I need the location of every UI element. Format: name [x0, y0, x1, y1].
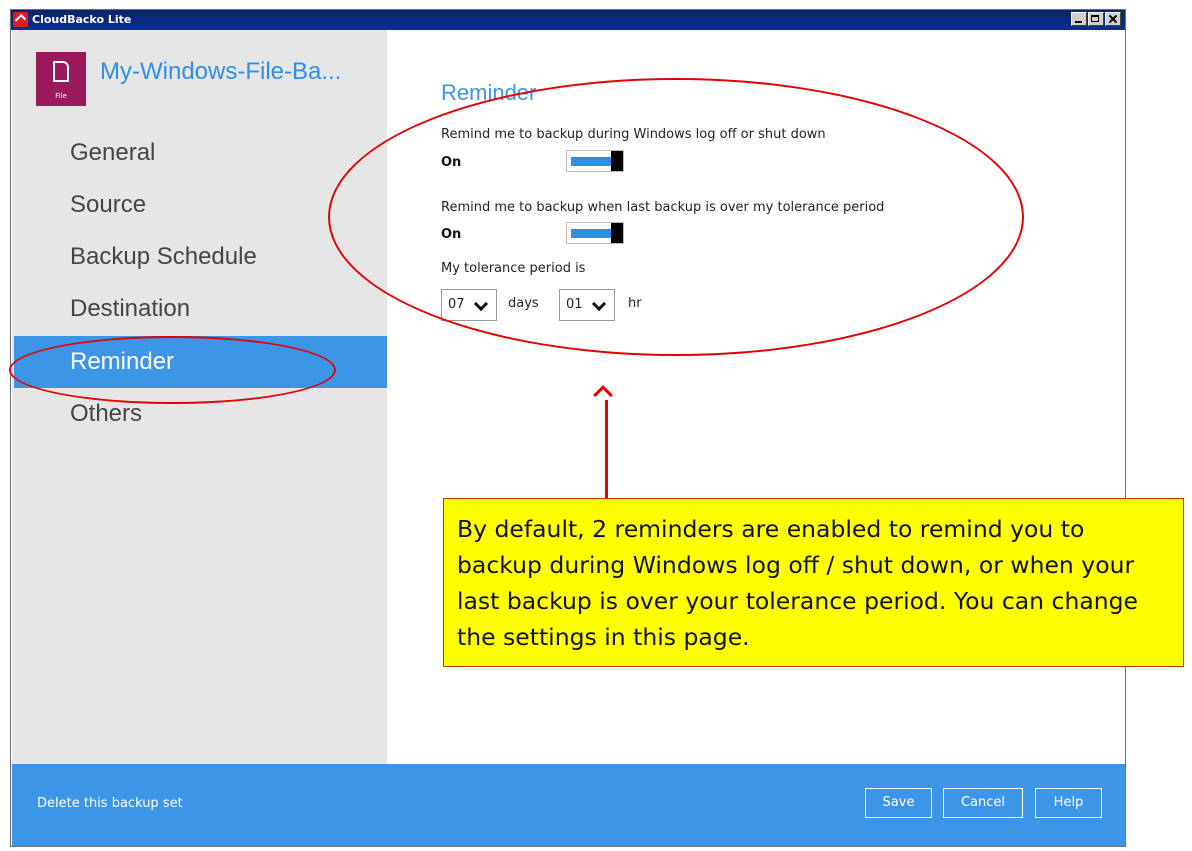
- sidebar-item-destination[interactable]: Destination: [14, 283, 387, 335]
- window-title: CloudBacko Lite: [32, 13, 132, 26]
- app-icon: [13, 12, 28, 27]
- annotation-ellipse-reminder: [9, 336, 336, 404]
- sidebar-item-backup-schedule[interactable]: Backup Schedule: [14, 231, 387, 283]
- delete-backup-set-link[interactable]: Delete this backup set: [37, 796, 183, 811]
- minimize-icon[interactable]: [1071, 12, 1087, 26]
- annotation-ellipse-settings: [328, 78, 1024, 356]
- backup-set-name: My-Windows-File-Ba...: [100, 58, 342, 85]
- save-button[interactable]: Save: [865, 788, 932, 818]
- title-bar[interactable]: CloudBacko Lite: [11, 10, 1125, 30]
- file-icon: File: [36, 52, 86, 106]
- annotation-callout: By default, 2 reminders are enabled to r…: [443, 498, 1184, 667]
- sidebar-item-general[interactable]: General: [14, 127, 387, 179]
- annotation-arrow: [605, 400, 608, 498]
- footer-bar: Delete this backup set Save Cancel Help: [12, 764, 1125, 846]
- cancel-button[interactable]: Cancel: [943, 788, 1023, 818]
- file-icon-label: File: [55, 92, 67, 100]
- help-button[interactable]: Help: [1035, 788, 1102, 818]
- maximize-icon[interactable]: [1088, 12, 1104, 26]
- document-icon: [53, 61, 69, 82]
- close-icon[interactable]: [1105, 12, 1121, 26]
